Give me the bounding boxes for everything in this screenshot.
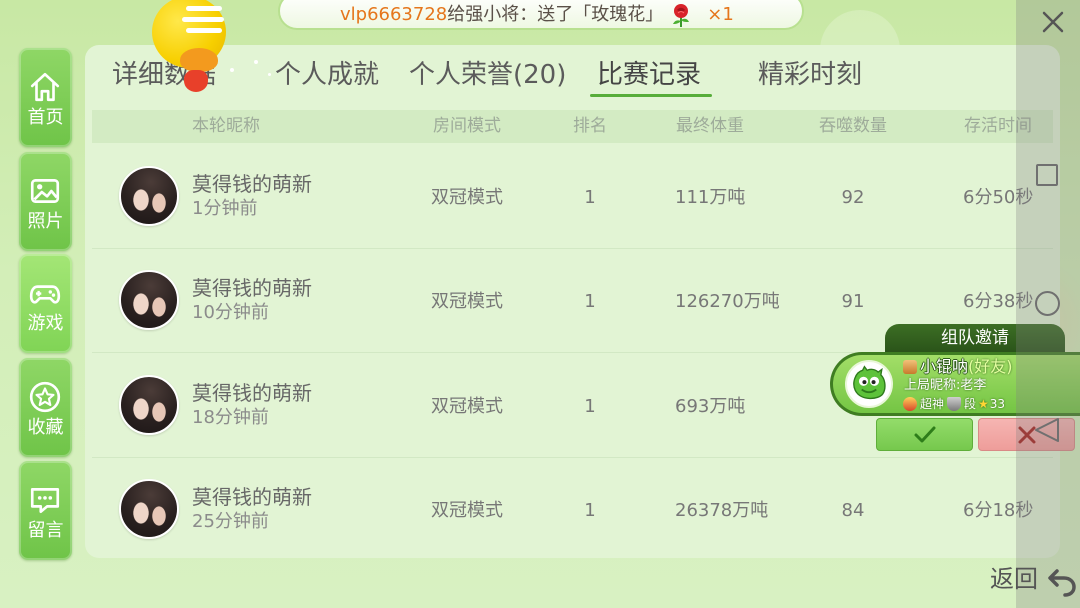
avatar[interactable] xyxy=(119,479,179,539)
time-ago: 10分钟前 xyxy=(192,302,269,323)
tab-highlights[interactable]: 精彩时刻 xyxy=(758,62,862,88)
gift-count: ×1 xyxy=(707,4,734,25)
duck-foot xyxy=(184,70,208,92)
eaten-count: 92 xyxy=(841,187,865,208)
check-icon xyxy=(914,426,935,442)
eaten-count: 84 xyxy=(841,500,865,521)
final-weight: 111万吨 xyxy=(675,187,746,208)
avatar[interactable] xyxy=(119,270,179,330)
rank-title-icon xyxy=(903,397,917,411)
sidebar-item-messages[interactable]: 留言 xyxy=(19,461,72,560)
relation-label: (好友) xyxy=(968,357,1013,376)
close-icon[interactable] xyxy=(1041,10,1065,34)
sidebar-item-label: 游戏 xyxy=(27,313,64,334)
final-weight: 693万吨 xyxy=(675,396,746,417)
sparkle xyxy=(268,73,271,76)
sidebar-item-home[interactable]: 首页 xyxy=(19,48,72,147)
table-row[interactable]: 莫得钱的萌新 1分钟前 双冠模式 1 111万吨 92 6分50秒 xyxy=(92,145,1053,249)
duck-stripe xyxy=(186,28,222,33)
room-mode: 双冠模式 xyxy=(431,291,503,312)
player-nickname: 莫得钱的萌新 xyxy=(192,381,312,405)
player-nickname: 莫得钱的萌新 xyxy=(192,485,312,509)
accept-invite-button[interactable] xyxy=(876,418,973,451)
player-nickname: 莫得钱的萌新 xyxy=(192,172,312,196)
duck-beak xyxy=(180,48,218,72)
last-nickname: 上局昵称:老李 xyxy=(904,378,987,393)
sidebar-item-label: 收藏 xyxy=(27,417,64,438)
sidebar-item-label: 首页 xyxy=(27,107,64,128)
sidebar-item-label: 留言 xyxy=(27,520,64,541)
message-icon xyxy=(30,488,60,514)
vip-badge-icon xyxy=(903,360,917,374)
room-mode: 双冠模式 xyxy=(431,500,503,521)
photo-icon xyxy=(30,179,60,203)
rose-icon xyxy=(673,4,690,27)
sidebar-item-favorites[interactable]: 收藏 xyxy=(19,358,72,457)
sidebar-item-label: 照片 xyxy=(27,211,64,232)
table-header: 本轮昵称 房间模式 排名 最终体重 吞噬数量 存活时间 xyxy=(92,110,1053,143)
rank-badge-icon xyxy=(947,397,962,411)
time-ago: 18分钟前 xyxy=(192,407,269,428)
duck-mascot xyxy=(148,0,230,96)
rank: 1 xyxy=(584,500,596,521)
back-arrow-icon[interactable] xyxy=(1046,566,1078,598)
column-header-weight: 最终体重 xyxy=(676,116,744,136)
avatar[interactable] xyxy=(119,166,179,226)
sender-name: vlp6663728 xyxy=(340,4,448,25)
inviter-avatar xyxy=(845,360,893,408)
sidebar-item-photos[interactable]: 照片 xyxy=(19,152,72,251)
system-nav-overlay xyxy=(1016,0,1080,608)
sparkle xyxy=(230,68,234,72)
time-ago: 1分钟前 xyxy=(192,198,258,219)
rank: 1 xyxy=(584,291,596,312)
star-count: 33 xyxy=(989,397,1006,411)
sidebar-item-games[interactable]: 游戏 xyxy=(19,254,72,353)
room-mode: 双冠模式 xyxy=(431,396,503,417)
circle-icon[interactable] xyxy=(1034,290,1061,317)
tab-match-records[interactable]: 比赛记录 xyxy=(597,62,701,88)
square-icon[interactable] xyxy=(1035,163,1059,187)
room-mode: 双冠模式 xyxy=(431,187,503,208)
tab-honors[interactable]: 个人荣誉(20) xyxy=(409,62,566,88)
gift-message: 给强小将：送了「玫瑰花」 xyxy=(447,4,664,25)
gift-notification: vlp6663728 给强小将：送了「玫瑰花」 ×1 xyxy=(278,0,804,30)
final-weight: 126270万吨 xyxy=(675,291,780,312)
rank-unit: 段 xyxy=(964,397,977,411)
duck-stripe xyxy=(186,6,222,11)
avatar[interactable] xyxy=(119,375,179,435)
inviter-name: 小锟呐 xyxy=(920,357,969,376)
active-tab-indicator xyxy=(590,94,712,97)
time-ago: 25分钟前 xyxy=(192,511,269,532)
star-icon xyxy=(29,381,61,413)
home-icon xyxy=(30,72,60,102)
triangle-back-icon[interactable] xyxy=(1032,416,1062,444)
sparkle xyxy=(254,60,258,64)
duck-stripe xyxy=(182,17,224,22)
column-header-nickname: 本轮昵称 xyxy=(192,116,260,136)
back-button[interactable]: 返回 xyxy=(990,566,1038,592)
rank: 1 xyxy=(584,187,596,208)
green-monster-icon xyxy=(853,365,886,400)
star-icon: ★ xyxy=(978,397,989,411)
column-header-mode: 房间模式 xyxy=(433,116,501,136)
table-row[interactable]: 莫得钱的萌新 25分钟前 双冠模式 1 26378万吨 84 6分18秒 xyxy=(92,458,1053,562)
rank: 1 xyxy=(584,396,596,417)
rank-title: 超神 xyxy=(920,397,945,411)
column-header-rank: 排名 xyxy=(573,116,607,136)
eaten-count: 91 xyxy=(841,291,865,312)
column-header-eaten: 吞噬数量 xyxy=(819,116,887,136)
tab-achievements[interactable]: 个人成就 xyxy=(275,62,379,88)
gamepad-icon xyxy=(29,285,61,304)
player-nickname: 莫得钱的萌新 xyxy=(192,276,312,300)
final-weight: 26378万吨 xyxy=(675,500,769,521)
